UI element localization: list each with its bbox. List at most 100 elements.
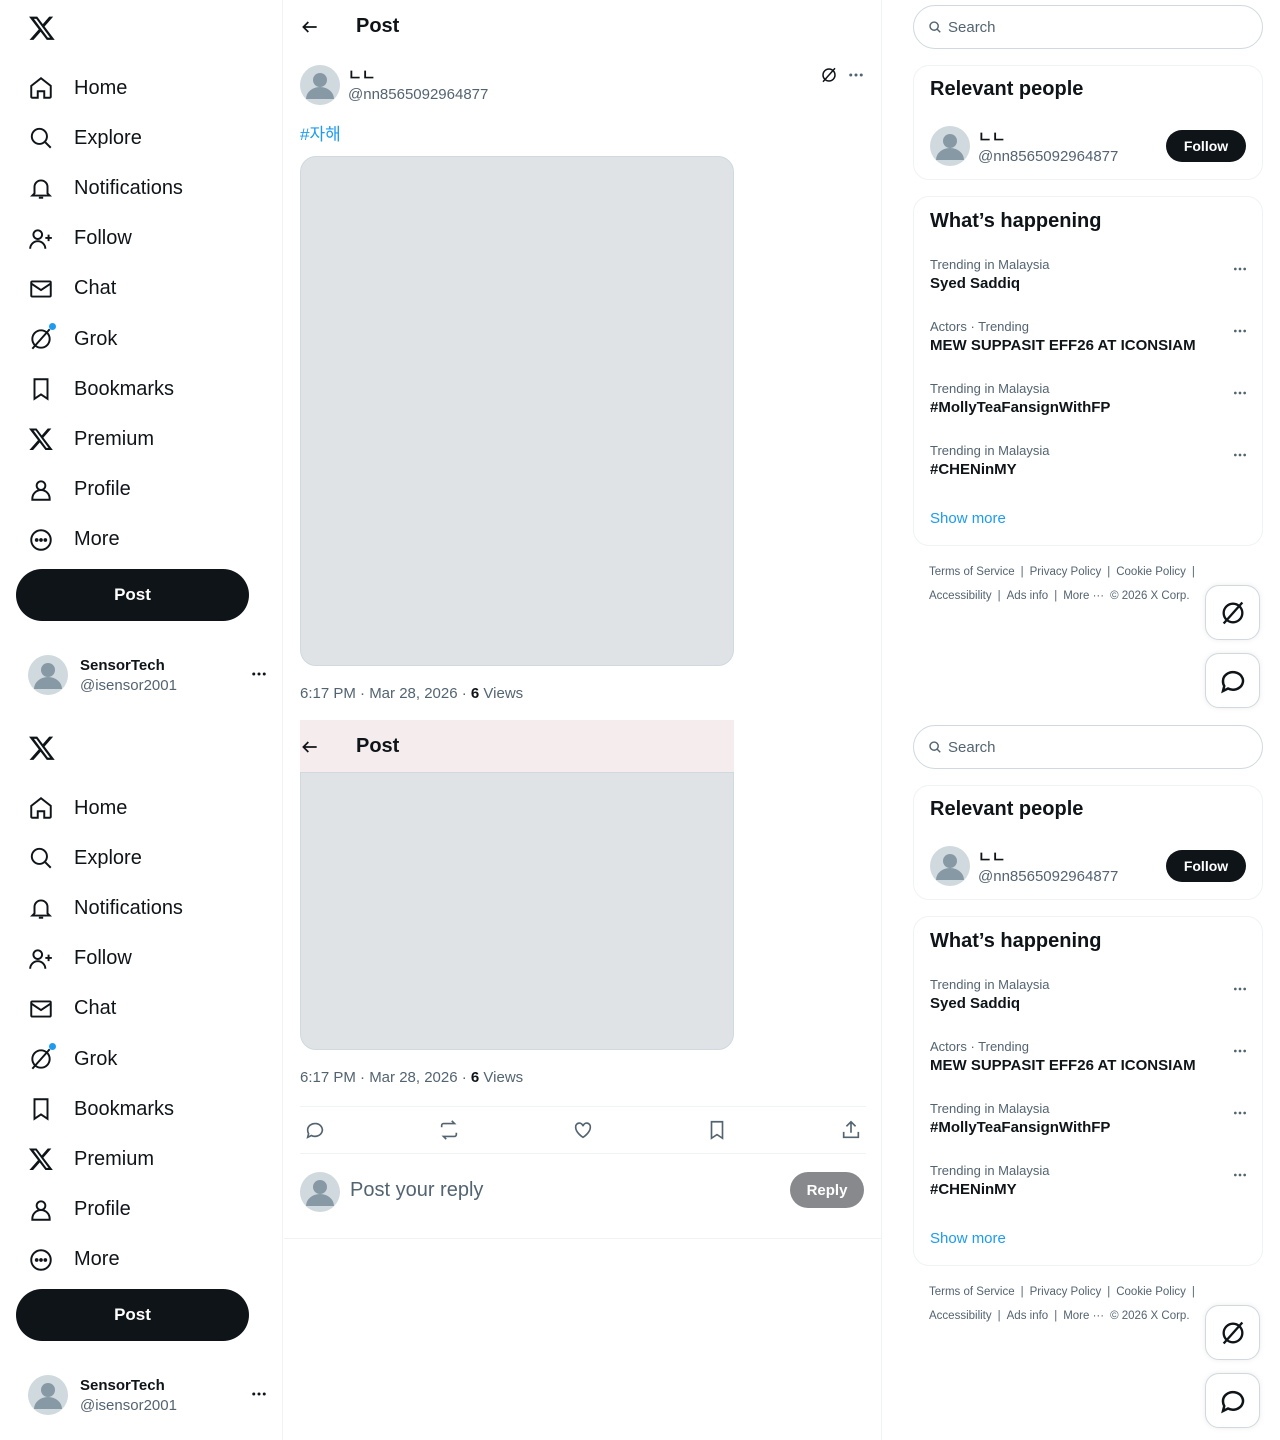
footer-links: Terms of Service | Privacy Policy | Cookie P…	[929, 1286, 1195, 1298]
more-dots-icon[interactable]	[250, 1385, 268, 1403]
avatar[interactable]	[930, 126, 970, 166]
chat-fab-button[interactable]	[1205, 653, 1260, 708]
account-switcher[interactable]: SensorTech @isensor2001	[28, 655, 268, 695]
follow-button[interactable]: Follow	[1166, 850, 1246, 882]
nav-notifications[interactable]: Notifications	[28, 163, 183, 213]
show-more-link[interactable]: Show more	[930, 1230, 1006, 1247]
nav-premium[interactable]: Premium	[28, 1134, 183, 1184]
nav-premium[interactable]: Premium	[28, 414, 183, 464]
search-input[interactable]: Search	[913, 5, 1263, 49]
avatar[interactable]	[930, 846, 970, 886]
nav-notifications[interactable]: Notifications	[28, 883, 183, 933]
person-handle[interactable]: @nn8565092964877	[978, 868, 1118, 885]
nav-profile[interactable]: Profile	[28, 1185, 183, 1235]
nav-follow[interactable]: Follow	[28, 934, 183, 984]
share-icon[interactable]	[840, 1119, 862, 1141]
nav-explore[interactable]: Explore	[28, 113, 183, 163]
post-hashtag[interactable]: #자해	[300, 120, 341, 145]
post-button[interactable]: Post	[16, 569, 249, 621]
search-input[interactable]: Search	[913, 725, 1263, 769]
nav-home[interactable]: Home	[28, 783, 183, 833]
footer-links: Terms of Service | Privacy Policy | Cookie P…	[929, 566, 1195, 578]
more-dots-icon[interactable]	[1232, 981, 1248, 997]
person-name[interactable]: ㄴㄴ	[978, 126, 1006, 147]
trend-item[interactable]: Trending in Malaysia #MollyTeaFansignWith…	[930, 381, 1248, 416]
account-name: SensorTech	[80, 1377, 165, 1394]
x-icon	[28, 426, 54, 452]
card-title: What’s happening	[930, 210, 1102, 232]
trend-item[interactable]: Trending in Malaysia #CHENinMY	[930, 443, 1248, 478]
post-media-placeholder[interactable]	[300, 772, 734, 1050]
post-media-placeholder[interactable]	[300, 156, 734, 666]
nav-grok[interactable]: Grok	[28, 1034, 183, 1084]
nav-profile[interactable]: Profile	[28, 465, 183, 515]
grok-fab-button[interactable]	[1205, 585, 1260, 640]
post-button[interactable]: Post	[16, 1289, 249, 1341]
follow-icon	[28, 226, 54, 252]
show-more-link[interactable]: Show more	[930, 510, 1006, 527]
trend-item[interactable]: Trending in Malaysia Syed Saddiq	[930, 977, 1248, 1012]
account-switcher[interactable]: SensorTech @isensor2001	[28, 1375, 268, 1415]
back-arrow-icon[interactable]	[300, 737, 320, 757]
more-dots-icon[interactable]	[1232, 1167, 1248, 1183]
nav-more[interactable]: More	[28, 515, 183, 565]
x-logo-icon[interactable]	[28, 734, 56, 762]
author-name[interactable]: ㄴㄴ	[348, 64, 376, 85]
back-arrow-icon[interactable]	[300, 17, 320, 37]
chat-fab-button[interactable]	[1205, 1373, 1260, 1428]
whats-happening-card: What’s happening Trending in Malaysia Sye…	[913, 196, 1263, 546]
more-dots-icon[interactable]	[250, 665, 268, 683]
trend-item[interactable]: Actors · Trending MEW SUPPASIT EFF26 AT I…	[930, 319, 1248, 354]
like-icon[interactable]	[572, 1119, 594, 1141]
grok-icon[interactable]	[820, 66, 838, 84]
more-dots-icon[interactable]	[1232, 261, 1248, 277]
nav-grok[interactable]: Grok	[28, 314, 183, 364]
more-dots-icon[interactable]	[1232, 385, 1248, 401]
bookmark-icon	[28, 1096, 54, 1122]
trend-item[interactable]: Actors · Trending MEW SUPPASIT EFF26 AT I…	[930, 1039, 1248, 1074]
nav-follow[interactable]: Follow	[28, 214, 183, 264]
mail-icon	[28, 996, 54, 1022]
nav-home[interactable]: Home	[28, 63, 183, 113]
avatar	[28, 1375, 68, 1415]
more-dots-icon[interactable]	[847, 66, 865, 84]
profile-icon	[28, 1197, 54, 1223]
trend-item[interactable]: Trending in Malaysia Syed Saddiq	[930, 257, 1248, 292]
grok-icon	[1219, 599, 1247, 627]
search-icon	[28, 845, 54, 871]
relevant-people-card: Relevant people ㄴㄴ @nn8565092964877 Foll…	[913, 785, 1263, 900]
more-dots-icon[interactable]	[1232, 323, 1248, 339]
grok-fab-button[interactable]	[1205, 1305, 1260, 1360]
x-icon	[28, 1146, 54, 1172]
follow-button[interactable]: Follow	[1166, 130, 1246, 162]
reply-button[interactable]: Reply	[790, 1172, 864, 1208]
nav-chat[interactable]: Chat	[28, 264, 183, 314]
trend-item[interactable]: Trending in Malaysia #CHENinMY	[930, 1163, 1248, 1198]
trend-item[interactable]: Trending in Malaysia #MollyTeaFansignWith…	[930, 1101, 1248, 1136]
author-handle[interactable]: @nn8565092964877	[348, 86, 488, 103]
bookmark-icon[interactable]	[706, 1119, 728, 1141]
x-logo-icon[interactable]	[28, 14, 56, 42]
nav-more[interactable]: More	[28, 1235, 183, 1285]
person-name[interactable]: ㄴㄴ	[978, 846, 1006, 867]
chat-bubble-icon	[1218, 666, 1248, 696]
reply-input[interactable]: Post your reply	[350, 1179, 483, 1202]
reply-composer: Post your reply Reply	[300, 1154, 866, 1238]
relevant-people-card: Relevant people ㄴㄴ @nn8565092964877 Foll…	[913, 65, 1263, 180]
person-handle[interactable]: @nn8565092964877	[978, 148, 1118, 165]
search-icon	[928, 20, 948, 34]
more-dots-icon[interactable]	[1232, 1043, 1248, 1059]
account-handle: @isensor2001	[80, 1397, 177, 1414]
avatar[interactable]	[300, 65, 340, 105]
repost-icon[interactable]	[438, 1119, 460, 1141]
profile-icon	[28, 477, 54, 503]
left-nav: Home Explore Notifications Follow Chat G…	[0, 720, 283, 1440]
nav-chat[interactable]: Chat	[28, 984, 183, 1034]
reply-icon[interactable]	[304, 1119, 326, 1141]
nav-bookmarks[interactable]: Bookmarks	[28, 364, 183, 414]
nav-bookmarks[interactable]: Bookmarks	[28, 1084, 183, 1134]
nav-explore[interactable]: Explore	[28, 833, 183, 883]
more-dots-icon[interactable]	[1232, 1105, 1248, 1121]
more-dots-icon[interactable]	[1232, 447, 1248, 463]
search-icon	[928, 740, 948, 754]
